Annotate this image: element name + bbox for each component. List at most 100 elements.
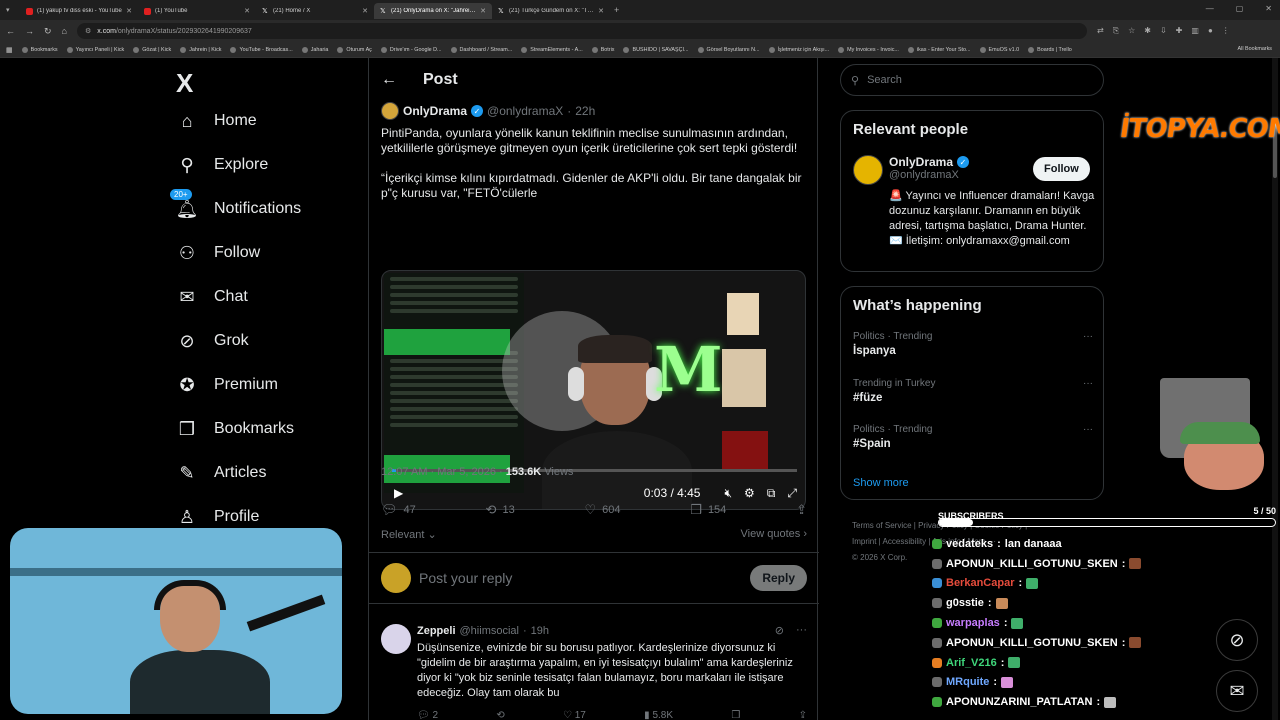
reply-input[interactable]: Post your reply (419, 570, 742, 586)
pip-icon[interactable]: ⧉ (767, 486, 776, 501)
relevant-person-handle[interactable]: @onlydramaX (889, 169, 959, 181)
bookmark-item[interactable]: Gözat | Kick (133, 46, 171, 53)
bookmark-item[interactable]: ikas - Enter Your Sto... (907, 46, 971, 53)
bookmark-item[interactable]: Boards | Trello (1028, 46, 1072, 53)
nav-item-bookmarks[interactable]: ❒ Bookmarks (176, 418, 294, 440)
browser-tab[interactable]: 𝕏 (21) OnlyDrama on X: "Jahrein... ✕ (374, 3, 492, 19)
repost-button[interactable]: ⟲ 13 (486, 502, 515, 518)
back-arrow-icon[interactable]: ← (381, 71, 397, 89)
show-more-link[interactable]: Show more (853, 477, 909, 489)
reply-author-handle[interactable]: @hiimsocial (460, 625, 519, 637)
page-scrollbar[interactable] (1272, 58, 1278, 720)
download-icon[interactable]: ⇩ (1160, 26, 1167, 36)
nav-item-explore[interactable]: ⚲ Explore (176, 154, 268, 176)
tab-close-icon[interactable]: ✕ (126, 7, 132, 15)
reload-icon[interactable]: ↻ (44, 26, 52, 37)
bookmark-item[interactable]: BUSHIDO | SAVAŞÇI... (623, 46, 689, 53)
reply-share-button[interactable]: ⇪ (799, 710, 807, 720)
more-dots-icon[interactable]: ··· (1083, 424, 1093, 435)
reply-author-name[interactable]: Zeppeli (417, 625, 456, 637)
bookmark-item[interactable]: Oturum Aç (337, 46, 372, 53)
nav-item-chat[interactable]: ✉ Chat (176, 286, 247, 308)
bookmark-item[interactable]: İşletmeniz için Akışı... (768, 46, 829, 53)
nav-item-premium[interactable]: ✪ Premium (176, 374, 278, 396)
browser-tab[interactable]: (1) yakup tv diss eski - YouTube ✕ (20, 3, 138, 19)
nav-item-notifications[interactable]: 🔔︎ 20+ Notifications (170, 189, 301, 220)
bookmark-item[interactable]: Jahrein | Kick (180, 46, 221, 53)
menu-dots-icon[interactable]: ⋮ (1222, 26, 1230, 36)
bookmark-item[interactable]: Jaharia (301, 46, 328, 53)
tab-close-icon[interactable]: ✕ (244, 7, 250, 15)
bookmark-item[interactable]: EmuOS v1.0 (979, 46, 1019, 53)
relevant-person-name[interactable]: OnlyDrama (889, 155, 953, 169)
new-tab-button[interactable]: + (614, 5, 619, 15)
author-name[interactable]: OnlyDrama (403, 104, 467, 118)
forward-nav-icon[interactable]: → (25, 26, 34, 36)
apps-grid-icon[interactable]: ▦ (6, 46, 13, 54)
user-avatar[interactable] (381, 563, 411, 593)
share-icon[interactable]: ⎘ (1113, 26, 1119, 36)
author-avatar[interactable] (381, 102, 399, 120)
nav-item-follow[interactable]: ⚇ Follow (176, 242, 260, 264)
nav-item-profile[interactable]: ♙ Profile (176, 506, 259, 528)
settings-gear-icon[interactable]: ⚙ (744, 486, 755, 500)
puzzle-icon[interactable]: ✚ (1176, 26, 1183, 36)
bookmark-item[interactable]: Dashboard / Stream... (450, 46, 512, 53)
more-dots-icon[interactable]: ··· (796, 624, 807, 637)
site-info-icon[interactable]: ⚙ (85, 27, 91, 35)
home-nav-icon[interactable]: ⌂ (62, 26, 67, 36)
browser-tab[interactable]: 𝕏 (21) Home / X ✕ (256, 3, 374, 19)
sort-dropdown[interactable]: Relevant ⌄ (381, 528, 437, 541)
reply-like-button[interactable]: ♡ 17 (563, 710, 586, 720)
tab-close-icon[interactable]: ✕ (480, 7, 486, 15)
reply-time[interactable]: 19h (531, 625, 549, 637)
bookmark-item[interactable]: Yayıncı Paneli | Kick (66, 46, 124, 53)
view-quotes-link[interactable]: View quotes › (741, 528, 807, 541)
tweet-time[interactable]: 22h (575, 104, 595, 118)
maximize-icon[interactable]: ▢ (1236, 4, 1244, 13)
trend-item[interactable]: Politics · Trending İspanya ··· (853, 331, 1093, 357)
fullscreen-icon[interactable]: ⤢ (787, 486, 797, 501)
reply-button[interactable]: 💬︎ 47 (381, 502, 416, 518)
browser-tab[interactable]: 𝕏 (21) Türkçe Gündem on X: "Tür... ✕ (492, 3, 610, 19)
relevant-person-avatar[interactable] (853, 155, 883, 185)
minimize-icon[interactable]: — (1206, 4, 1214, 13)
grok-icon[interactable]: ⊘ (775, 624, 784, 637)
reply-submit-button[interactable]: Reply (750, 565, 807, 591)
reply-repost-button[interactable]: ⟲ (496, 710, 504, 720)
sidebar-icon[interactable]: ▥ (1191, 26, 1199, 36)
grok-fab[interactable]: ⊘ (1216, 619, 1258, 661)
browser-tab[interactable]: (1) YouTube ✕ (138, 3, 256, 19)
extension-icon[interactable]: ✱ (1144, 26, 1151, 36)
all-bookmarks-button[interactable]: All Bookmarks (1238, 46, 1272, 52)
nav-item-home[interactable]: ⌂ Home (176, 110, 257, 132)
nav-item-grok[interactable]: ⊘ Grok (176, 330, 248, 352)
bookmark-item[interactable]: Drive'ım - Google D... (380, 46, 442, 53)
bookmark-item[interactable]: Bookmarks (21, 46, 58, 53)
author-handle[interactable]: @onlydramaX (487, 104, 563, 118)
reply-bookmark-button[interactable]: ❒ (731, 710, 740, 720)
tweet-timestamp[interactable]: 12:07 AM · Mar 5, 2026 · (381, 466, 506, 478)
bookmark-item[interactable]: Görsel Boyutlarını N... (697, 46, 760, 53)
bookmark-button[interactable]: ❒ 154 (690, 502, 726, 518)
tab-close-icon[interactable]: ✕ (362, 7, 368, 15)
like-button[interactable]: ♡ 604 (584, 502, 620, 518)
bookmark-item[interactable]: My Invoices - Invoic... (838, 46, 899, 53)
x-logo[interactable]: X (176, 68, 193, 99)
close-window-icon[interactable]: ✕ (1265, 4, 1272, 13)
translate-icon[interactable]: ⇄ (1097, 26, 1104, 36)
url-field[interactable]: ⚙ x.com/onlydramaX/status/20293026419902… (76, 23, 1087, 39)
more-dots-icon[interactable]: ··· (1083, 331, 1093, 342)
reply-reply-button[interactable]: 💬︎ 2 (417, 710, 438, 720)
follow-button[interactable]: Follow (1033, 157, 1090, 181)
trend-item[interactable]: Trending in Turkey #füze ··· (853, 378, 1093, 404)
back-nav-icon[interactable]: ← (6, 26, 15, 36)
bookmark-item[interactable]: Botrix (591, 46, 614, 53)
search-input[interactable]: ⚲ Search (840, 64, 1104, 96)
share-button[interactable]: ⇪ (796, 502, 807, 518)
star-icon[interactable]: ☆ (1128, 26, 1135, 36)
nav-item-articles[interactable]: ✎ Articles (176, 462, 266, 484)
trend-item[interactable]: Politics · Trending #Spain ··· (853, 424, 1093, 450)
tab-search-icon[interactable]: ▾ (0, 6, 20, 14)
more-dots-icon[interactable]: ··· (1083, 378, 1093, 389)
